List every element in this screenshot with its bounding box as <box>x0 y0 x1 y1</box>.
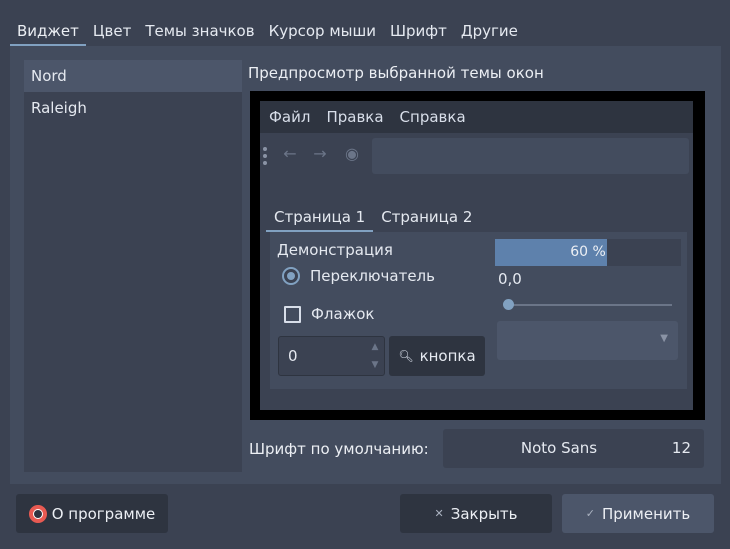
toolbar-grip-icon[interactable] <box>263 147 267 165</box>
radio-button[interactable]: Переключатель <box>282 267 435 285</box>
default-font-button[interactable]: Noto Sans 12 <box>443 429 704 468</box>
style-list: Nord Raleigh <box>24 60 242 472</box>
preview-button[interactable]: 🔍︎ кнопка <box>389 336 485 376</box>
record-icon[interactable]: ◉ <box>343 144 361 164</box>
apply-button[interactable]: ✓ Применить <box>562 494 714 533</box>
font-size: 12 <box>671 439 691 457</box>
font-name: Noto Sans <box>520 439 598 457</box>
tab-icon-themes[interactable]: Темы значков <box>138 14 261 46</box>
back-arrow-icon[interactable]: ← <box>281 144 299 164</box>
preview-tabs: Страница 1 Страница 2 <box>266 205 480 232</box>
check-icon: ✓ <box>585 507 595 520</box>
radio-label: Переключатель <box>310 267 435 285</box>
about-button-label: О программе <box>51 504 156 523</box>
preview-toolbar: ← → ◉ <box>260 133 693 177</box>
checkbox[interactable]: Флажок <box>284 305 374 323</box>
close-button[interactable]: ✕ Закрыть <box>400 494 552 533</box>
preview-frame: Файл Правка Справка ← → ◉ Страница 1 Стр… <box>250 91 705 420</box>
preview-label: Предпросмотр выбранной темы окон <box>248 64 544 82</box>
demo-group-title: Демонстрация <box>277 241 393 259</box>
progress-bar: 60 % <box>495 239 681 266</box>
tab-mouse-cursor[interactable]: Курсор мыши <box>262 14 383 46</box>
radio-indicator[interactable] <box>282 267 300 285</box>
tab-font[interactable]: Шрифт <box>383 14 454 46</box>
style-item-nord[interactable]: Nord <box>24 60 242 92</box>
preview-content: Демонстрация Переключатель Флажок 0 ▲ ▼ … <box>270 232 687 389</box>
close-icon: ✕ <box>434 507 444 520</box>
forward-arrow-icon[interactable]: → <box>311 144 329 164</box>
checkbox-box[interactable] <box>284 305 301 323</box>
slider-handle[interactable] <box>503 299 514 310</box>
lifebuoy-icon <box>28 504 47 523</box>
preview-menu-edit[interactable]: Правка <box>326 108 383 126</box>
chevron-down-icon: ▼ <box>660 333 668 344</box>
apply-button-label: Применить <box>601 504 691 523</box>
spin-up-icon[interactable]: ▲ <box>369 340 381 354</box>
progress-text: 60 % <box>570 244 606 260</box>
spin-down-icon[interactable]: ▼ <box>369 358 381 372</box>
style-item-raleigh[interactable]: Raleigh <box>24 92 242 124</box>
search-icon: 🔍︎ <box>398 349 414 363</box>
preview-tab-page2[interactable]: Страница 2 <box>373 205 480 232</box>
close-button-label: Закрыть <box>450 504 518 523</box>
preview-menubar: Файл Правка Справка <box>260 101 693 133</box>
tab-widget[interactable]: Виджет <box>10 14 86 46</box>
preview-window: Файл Правка Справка ← → ◉ Страница 1 Стр… <box>260 101 693 410</box>
preview-button-label: кнопка <box>419 347 476 365</box>
slider-track[interactable] <box>506 304 672 306</box>
preview-toolbar-input[interactable] <box>372 138 689 174</box>
spinbox-value: 0 <box>288 347 298 365</box>
tab-color[interactable]: Цвет <box>86 14 138 46</box>
preview-combobox[interactable]: ▼ <box>497 321 678 360</box>
spinbox[interactable]: 0 ▲ ▼ <box>278 336 385 376</box>
tab-other[interactable]: Другие <box>454 14 525 46</box>
default-font-label: Шрифт по умолчанию: <box>249 440 429 458</box>
checkbox-label: Флажок <box>311 305 375 323</box>
about-button[interactable]: О программе <box>16 494 168 533</box>
slider-value: 0,0 <box>498 270 522 288</box>
preview-menu-file[interactable]: Файл <box>269 108 310 126</box>
settings-tabs: Виджет Цвет Темы значков Курсор мыши Шри… <box>10 14 525 46</box>
preview-menu-help[interactable]: Справка <box>400 108 466 126</box>
preview-tab-page1[interactable]: Страница 1 <box>266 205 374 232</box>
settings-panel: Nord Raleigh Предпросмотр выбранной темы… <box>10 46 721 484</box>
